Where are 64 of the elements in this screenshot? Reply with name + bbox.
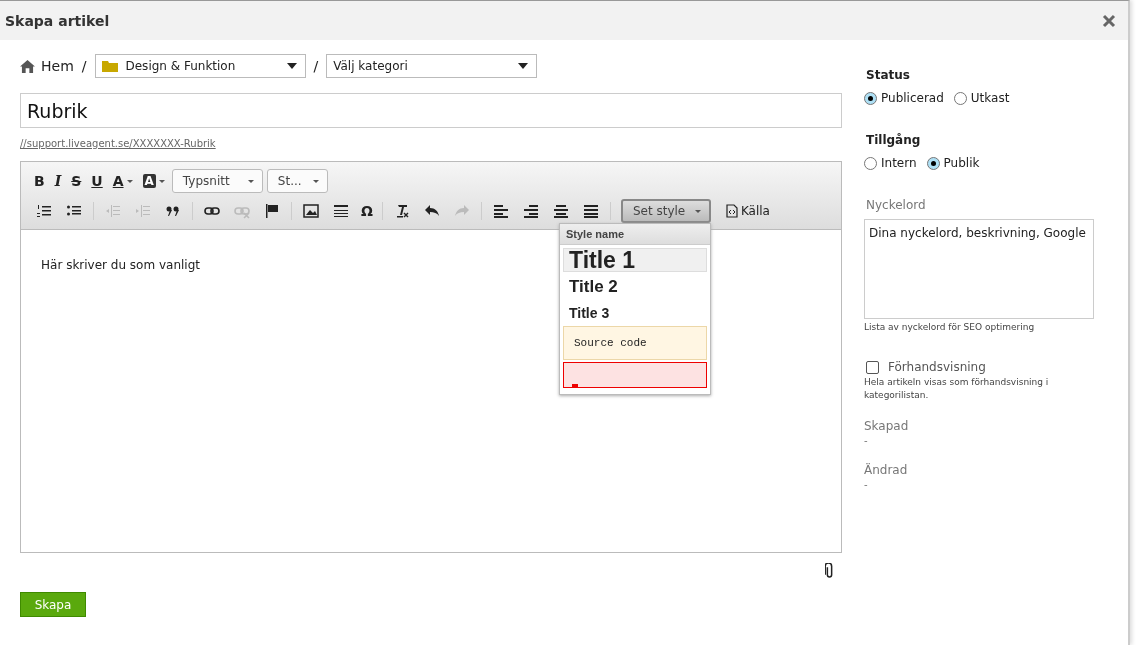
- caret-icon: [518, 63, 529, 69]
- omega-button[interactable]: Ω: [358, 200, 376, 222]
- caret-icon: [694, 209, 701, 213]
- code-file-icon: [725, 204, 738, 218]
- size-dropdown[interactable]: St...: [266, 169, 328, 193]
- flag-icon[interactable]: [264, 203, 280, 219]
- alignleft-icon[interactable]: [492, 203, 509, 219]
- set-style-dropdown[interactable]: Set style: [620, 199, 711, 223]
- section-label: Status: [866, 68, 911, 82]
- window-title: Skapa artikel: [5, 12, 110, 29]
- style-option[interactable]: Title 1: [563, 248, 707, 272]
- home-icon[interactable]: [20, 59, 35, 73]
- editor-text: Här skriver du som vanligt: [41, 258, 200, 272]
- radio-option[interactable]: Utkast: [953, 91, 1010, 105]
- caret-icon: [312, 179, 319, 183]
- title-field[interactable]: Rubrik: [20, 93, 842, 128]
- strike-button[interactable]: S: [68, 170, 85, 192]
- section-label: Tillgång: [866, 133, 922, 147]
- radio-icon[interactable]: [926, 156, 940, 170]
- radio-option[interactable]: Intern: [864, 156, 917, 170]
- bgcolor-button[interactable]: A: [139, 170, 168, 192]
- source-button[interactable]: Källa: [722, 200, 773, 222]
- article-url-link[interactable]: //support.liveagent.se/XXXXXXX-Rubrik: [20, 138, 216, 149]
- caret-icon: [126, 179, 133, 183]
- font-dropdown[interactable]: Typsnitt: [171, 169, 263, 193]
- numlist-icon[interactable]: [36, 203, 52, 219]
- marker-style-option[interactable]: [563, 362, 707, 388]
- justify-icon[interactable]: [582, 203, 599, 219]
- changed-value: -: [864, 479, 869, 490]
- aligncenter-icon[interactable]: [552, 203, 569, 219]
- keywords-label: Nyckelord: [866, 198, 927, 212]
- style-menu-header: Style name: [560, 224, 710, 245]
- breadcrumb-separator: /: [313, 58, 319, 74]
- radio-option[interactable]: Publicerad: [864, 91, 944, 105]
- paperclip-icon[interactable]: [825, 563, 834, 578]
- changed-label: Ändrad: [864, 463, 909, 477]
- caret-icon: [158, 179, 165, 183]
- radio-option[interactable]: Publik: [926, 156, 980, 170]
- bold-button[interactable]: B: [31, 170, 48, 192]
- preview-hint: Hela artikeln visas som förhandsvisning i kategorilistan.: [864, 376, 1050, 402]
- hr-icon[interactable]: [333, 203, 349, 219]
- department-dropdown[interactable]: Design & Funktion: [94, 54, 306, 78]
- underline-button[interactable]: U: [88, 170, 106, 192]
- preview-checkbox[interactable]: [866, 360, 879, 374]
- radio-icon[interactable]: [864, 91, 877, 105]
- textcolor-button[interactable]: A: [109, 170, 136, 192]
- style-option[interactable]: Source code: [563, 326, 707, 360]
- alignright-icon[interactable]: [522, 203, 539, 219]
- caret-icon: [286, 63, 297, 69]
- created-label: Skapad: [864, 419, 910, 433]
- category-dropdown[interactable]: Välj kategori: [326, 54, 538, 78]
- caret-icon: [247, 179, 254, 183]
- preview-label[interactable]: Förhandsvisning: [888, 360, 986, 374]
- breadcrumb-separator: /: [81, 58, 87, 74]
- italic-button[interactable]: I: [51, 170, 65, 192]
- style-option[interactable]: Title 2: [563, 274, 707, 300]
- folder-icon: [101, 60, 118, 72]
- image-icon[interactable]: [303, 203, 319, 219]
- close-icon[interactable]: [1102, 13, 1116, 28]
- keywords-field[interactable]: Dina nyckelord, beskrivning, Google: [864, 219, 1094, 319]
- keywords-hint: Lista av nyckelord för SEO optimering: [864, 321, 1036, 334]
- home-link[interactable]: Hem: [41, 58, 74, 74]
- style-option[interactable]: Title 3: [563, 302, 707, 324]
- created-value: -: [864, 435, 869, 446]
